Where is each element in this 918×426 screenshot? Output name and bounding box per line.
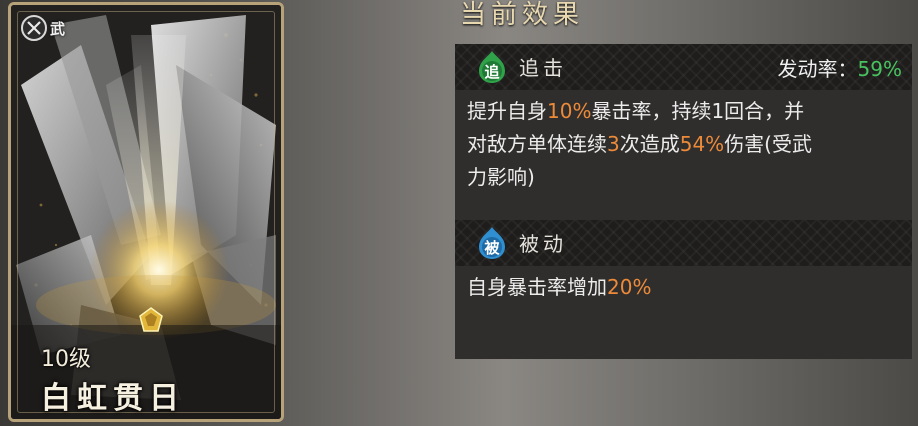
trigger-rate-value: 59% [857, 57, 902, 81]
weapon-type-label: 武 [50, 19, 66, 38]
skill-description: 提升自身10%暴击率，持续1回合，并 对敌方单体连续3次造成54%伤害(受武 力… [455, 90, 912, 223]
desc-text: 提升自身 [467, 99, 547, 123]
skill-card[interactable]: 武 10级 白虹贯日 [8, 2, 284, 422]
desc-value: 10% [547, 99, 592, 123]
skill-effect-passive: 被 被动 自身暴击率增加20% [455, 220, 912, 359]
desc-value: 3 [607, 132, 620, 156]
skill-header: 被 被动 [455, 220, 912, 266]
desc-value: 54% [679, 132, 725, 156]
desc-text: 伤害(受武 [724, 132, 812, 156]
card-skill-name: 白虹贯日 [41, 381, 185, 416]
skill-header: 追 追击 发动率：59% [455, 44, 912, 90]
skill-type-label: 追击 [519, 56, 567, 80]
card-level: 10级 [41, 347, 91, 372]
desc-text: 力影响) [467, 165, 535, 189]
pursuit-type-icon: 追 [479, 51, 505, 83]
desc-text: 对敌方单体连续 [467, 132, 607, 156]
section-title: 当前效果 [460, 0, 585, 30]
trigger-rate: 发动率：59% [778, 53, 902, 82]
desc-text: 自身暴击率增加 [467, 275, 607, 299]
svg-text:追: 追 [484, 63, 499, 81]
svg-text:被: 被 [484, 239, 500, 257]
skill-effect-pursuit: 追 追击 发动率：59% 提升自身10%暴击率，持续1回合，并 对敌方单体连续3… [455, 44, 912, 223]
crossed-swords-icon [21, 15, 47, 41]
trigger-rate-label: 发动率： [777, 57, 858, 81]
desc-value: 20% [607, 275, 652, 299]
gem-icon [139, 307, 163, 332]
desc-text: 次造成 [619, 132, 680, 156]
weapon-type-badge: 武 [21, 13, 79, 43]
skill-type-label: 被动 [519, 232, 567, 256]
passive-type-icon: 被 [479, 227, 505, 259]
skill-description: 自身暴击率增加20% [455, 266, 912, 359]
desc-text: 暴击率，持续1回合，并 [591, 99, 805, 123]
